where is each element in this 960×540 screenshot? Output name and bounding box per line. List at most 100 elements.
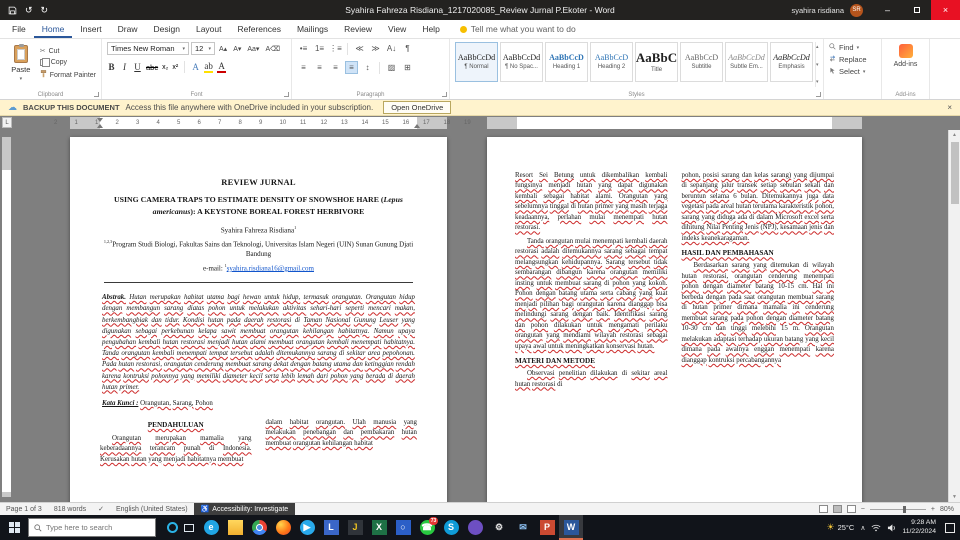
first-line-indent-marker[interactable] [97,118,103,122]
undo-icon[interactable]: ↺ [25,5,33,15]
sort-button[interactable]: A↓ [385,42,398,55]
style-chip[interactable]: AaBbCcDd ¶ No Spac... [500,42,543,82]
line-spacing-button[interactable]: ↕ [361,61,374,74]
powerpoint-icon[interactable]: P [535,515,559,540]
photos-icon[interactable]: ○ [391,515,415,540]
redo-icon[interactable]: ↻ [41,5,49,15]
style-chip[interactable]: AaBbCcD Subtitle [680,42,723,82]
user-name[interactable]: syahira risdiana [791,6,844,15]
chrome-icon[interactable] [247,515,271,540]
zoom-level[interactable]: 80% [940,506,954,513]
right-indent-marker[interactable] [414,124,420,128]
skype-icon[interactable]: S [439,515,463,540]
style-chip[interactable]: AaBbCcD Heading 1 [545,42,588,82]
numbering-button[interactable]: 1≡ [313,42,326,55]
format-painter-button[interactable]: Format Painter [40,70,96,80]
cut-button[interactable]: ✂ Cut [40,47,96,56]
tab-insert[interactable]: Insert [72,20,109,38]
borders-button[interactable]: ⊞ [401,61,414,74]
search-input[interactable] [46,523,150,532]
taskbar-search[interactable] [28,518,156,537]
page-indicator[interactable]: Page 1 of 3 [0,506,48,513]
document-page-1[interactable]: REVIEW JURNAL USING CAMERA TRAPS TO ESTI… [70,137,447,502]
tab-home[interactable]: Home [34,20,73,38]
align-center-button[interactable]: ≡ [313,61,326,74]
font-family-select[interactable]: Times New Roman ▾ [107,42,189,55]
scroll-down-icon[interactable]: ▼ [949,492,960,502]
tab-help[interactable]: Help [414,20,447,38]
align-right-button[interactable]: ≡ [329,61,342,74]
language-indicator[interactable]: English (United States) [110,506,194,513]
zoom-out-button[interactable]: − [861,506,865,513]
scroll-up-icon[interactable]: ▲ [949,130,960,140]
show-formatting-button[interactable]: ¶ [401,42,414,55]
find-button[interactable]: Find ▾ [829,43,876,52]
select-button[interactable]: Select ▾ [829,67,876,76]
volume-icon[interactable] [887,519,896,537]
style-chip[interactable]: AaBbCcDd Emphasis [770,42,813,82]
tab-references[interactable]: References [230,20,289,38]
align-left-button[interactable]: ≡ [297,61,310,74]
scroll-down-icon[interactable]: ▾ [816,62,819,68]
taskbar-app-l-icon[interactable]: L [319,515,343,540]
telegram-icon[interactable]: ▶ [295,515,319,540]
start-button[interactable] [0,515,28,540]
weather-widget[interactable]: ☀ 25°C [827,522,855,533]
taskbar-clock[interactable]: 9:28 AM 11/22/2024 [902,519,936,537]
font-dialog-launcher[interactable] [284,92,289,97]
paste-button[interactable]: Paste ▾ [5,42,37,87]
replace-button[interactable]: Replace [829,55,876,64]
styles-dialog-launcher[interactable] [816,92,821,97]
multilevel-list-button[interactable]: ⋮≡ [329,42,342,55]
font-size-select[interactable]: 12 ▾ [191,42,215,55]
accessibility-status[interactable]: ♿ Accessibility: Investigate [193,503,296,515]
tab-view[interactable]: View [380,20,414,38]
document-area[interactable]: REVIEW JURNAL USING CAMERA TRAPS TO ESTI… [0,130,960,502]
tab-review[interactable]: Review [336,20,380,38]
clipboard-dialog-launcher[interactable] [94,92,99,97]
avatar[interactable]: SR [850,3,863,17]
paragraph-dialog-launcher[interactable] [442,92,447,97]
excel-icon[interactable]: X [367,515,391,540]
gallery-more-icon[interactable]: ▾ [816,79,819,85]
read-mode-button[interactable] [818,505,828,513]
clear-formatting-button[interactable]: A⌫ [263,42,282,55]
zoom-slider-thumb[interactable] [903,505,907,513]
increase-indent-button[interactable]: ≫ [369,42,382,55]
style-chip[interactable]: AaBbCcD Heading 2 [590,42,633,82]
tab-draw[interactable]: Draw [110,20,146,38]
style-chip[interactable]: AaBbCcDd Subtle Em... [725,42,768,82]
firefox-icon[interactable] [271,515,295,540]
word-icon[interactable]: W [559,515,583,540]
tab-selector[interactable]: L [2,117,12,128]
subscript-button[interactable]: x₂ [162,64,168,71]
maximize-button[interactable] [902,0,931,20]
decrease-indent-button[interactable]: ≪ [353,42,366,55]
tab-file[interactable]: File [4,20,34,38]
highlight-color-button[interactable]: ab [204,61,214,73]
vertical-scrollbar[interactable]: ▲ ▼ [948,130,960,502]
styles-gallery-scroll[interactable]: ▴ ▾ ▾ [815,42,819,87]
copy-button[interactable]: Copy [39,57,96,67]
change-case-button[interactable]: Aa▾ [245,42,261,55]
bold-button[interactable]: B [107,62,116,72]
shading-button[interactable]: ▨ [385,61,398,74]
settings-icon[interactable]: ⚙ [487,515,511,540]
italic-button[interactable]: I [120,62,129,72]
file-explorer-icon[interactable] [223,515,247,540]
document-page-2[interactable]: Resort Sei Betung untuk dikembalikan kem… [487,137,862,502]
underline-button[interactable]: U [133,62,142,72]
taskbar-app-purple-icon[interactable] [463,515,487,540]
email-link[interactable]: syahira.risdiana16@gmail.com [227,264,314,272]
font-color-button[interactable]: A [217,61,227,73]
tab-design[interactable]: Design [146,20,188,38]
cortana-icon[interactable] [167,522,178,533]
zoom-slider[interactable] [869,505,926,513]
taskbar-app-dark-icon[interactable]: J [343,515,367,540]
tab-layout[interactable]: Layout [188,20,230,38]
tab-mailings[interactable]: Mailings [289,20,336,38]
task-view-icon[interactable] [184,523,194,532]
grow-font-button[interactable]: A▴ [217,42,229,55]
wifi-icon[interactable] [871,519,881,537]
hidden-icons-chevron[interactable]: ∧ [860,524,865,532]
